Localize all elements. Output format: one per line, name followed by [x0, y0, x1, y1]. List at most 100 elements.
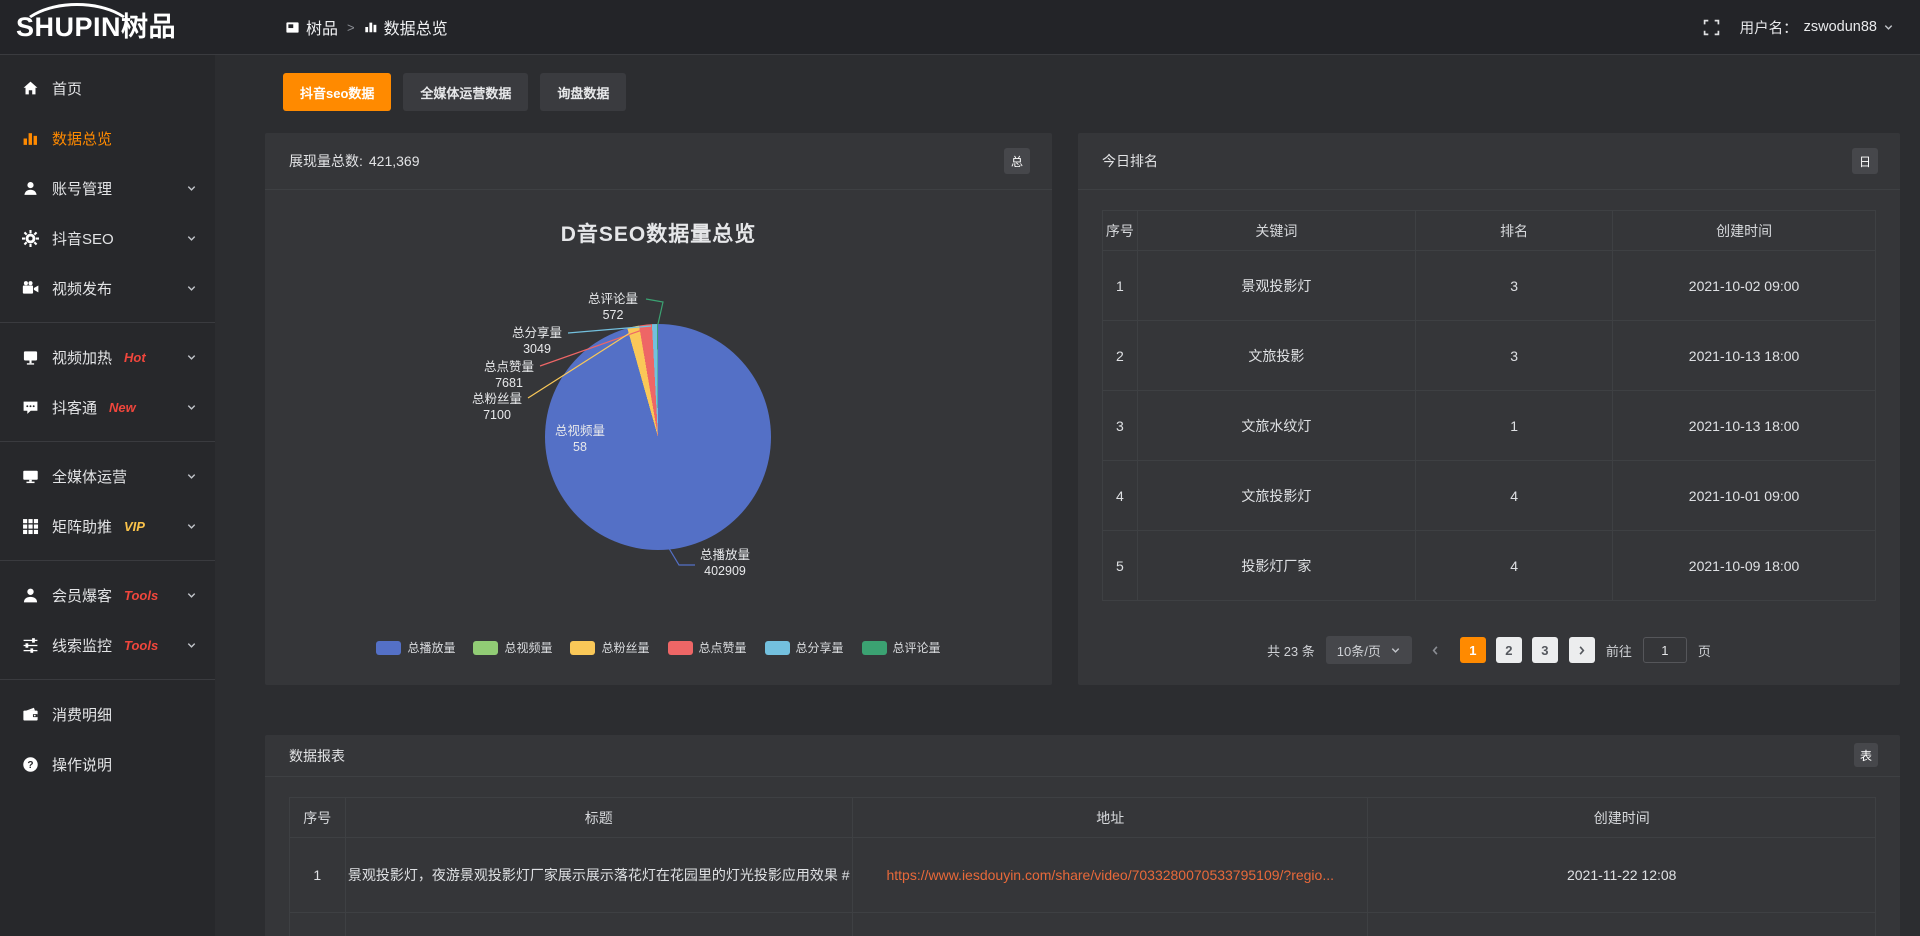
cell: 4	[1103, 461, 1138, 531]
sidebar-item-video-publish[interactable]: 视频发布	[0, 263, 215, 313]
legend-label: 总点赞量	[699, 639, 747, 656]
sidebar-item-consumption-details[interactable]: 消费明细	[0, 689, 215, 739]
chevron-down-icon	[186, 352, 197, 363]
column-header: 序号	[290, 798, 346, 838]
rank-header-row: 序号关键词排名创建时间	[1103, 211, 1876, 251]
page-size-select[interactable]: 10条/页	[1326, 636, 1412, 664]
legend-swatch	[862, 641, 887, 655]
video-link[interactable]: https://www.iesdouyin.com/share/video/70…	[853, 838, 1368, 913]
username: zswodun88	[1804, 19, 1877, 35]
sidebar-item-label: 数据总览	[52, 128, 112, 149]
cell: 3	[1416, 321, 1613, 391]
sidebar-item-omni-media-operation[interactable]: 全媒体运营	[0, 451, 215, 501]
page-size-value: 10条/页	[1337, 641, 1381, 660]
username-label: 用户名：	[1740, 17, 1798, 38]
chat-icon	[22, 399, 39, 416]
legend-swatch	[570, 641, 595, 655]
breadcrumb-root[interactable]: 树品	[285, 15, 338, 39]
goto-page-input[interactable]	[1643, 637, 1687, 663]
sidebar-item-label: 操作说明	[52, 754, 112, 775]
sidebar-item-operation-guide[interactable]: ?操作说明	[0, 739, 215, 789]
sidebar-item-account-management[interactable]: 账号管理	[0, 163, 215, 213]
rank-row: 2文旅投影32021-10-13 18:00	[1103, 321, 1876, 391]
rank-row: 3文旅水纹灯12021-10-13 18:00	[1103, 391, 1876, 461]
rank-panel: 今日排名 日 序号关键词排名创建时间1景观投影灯32021-10-02 09:0…	[1078, 133, 1900, 685]
sidebar-item-data-overview[interactable]: 数据总览	[0, 113, 215, 163]
breadcrumb-separator: >	[347, 20, 355, 35]
tab-omni-media-data[interactable]: 全媒体运营数据	[403, 73, 528, 111]
breadcrumb-root-label: 树品	[306, 15, 338, 39]
breadcrumb-current-label: 数据总览	[384, 15, 448, 39]
report-panel-header: 数据报表	[265, 735, 1900, 777]
tab-douyin-seo-data[interactable]: 抖音seo数据	[283, 73, 391, 111]
column-header: 序号	[1103, 211, 1138, 251]
chevron-down-icon	[186, 183, 197, 194]
chevron-down-icon	[186, 640, 197, 651]
sidebar-item-matrix-boost[interactable]: 矩阵助推VIP	[0, 501, 215, 551]
sidebar-item-label: 抖音SEO	[52, 228, 114, 249]
rank-panel-header: 今日排名	[1078, 133, 1900, 190]
sidebar-item-label: 账号管理	[52, 178, 112, 199]
sidebar-item-member-baoke[interactable]: 会员爆客Tools	[0, 570, 215, 620]
legend-item-total-videos[interactable]: 总视频量	[473, 639, 552, 656]
gear-icon	[22, 230, 39, 247]
legend-item-total-likes[interactable]: 总点赞量	[668, 639, 747, 656]
pie-label-total-plays: 总播放量402909	[700, 547, 750, 579]
legend-label: 总播放量	[407, 639, 455, 656]
cell: 2	[1103, 321, 1138, 391]
sidebar-item-badge: Hot	[124, 350, 146, 365]
page-button-3[interactable]: 3	[1532, 637, 1558, 663]
member-icon	[22, 587, 39, 604]
sidebar-item-label: 全媒体运营	[52, 466, 127, 487]
sidebar-item-douyin-seo[interactable]: 抖音SEO	[0, 213, 215, 263]
legend-label: 总视频量	[504, 639, 552, 656]
cell	[290, 913, 346, 936]
cell: 2021-10-02 09:00	[1613, 251, 1876, 321]
next-page-button[interactable]	[1569, 637, 1595, 663]
cell: 2021-10-01 09:00	[1613, 461, 1876, 531]
legend-item-total-fans[interactable]: 总粉丝量	[570, 639, 649, 656]
sidebar-item-label: 矩阵助推	[52, 516, 112, 537]
legend-swatch	[376, 641, 401, 655]
cell: 1	[1103, 251, 1138, 321]
page-button-2[interactable]: 2	[1496, 637, 1522, 663]
sidebar-item-video-heating[interactable]: 视频加热Hot	[0, 332, 215, 382]
page-button-1[interactable]: 1	[1460, 637, 1486, 663]
cell: 投影灯厂家	[1137, 531, 1415, 601]
report-corner-button[interactable]: 表	[1854, 743, 1878, 767]
rank-corner-button[interactable]: 日	[1852, 148, 1878, 174]
rank-row: 5投影灯厂家42021-10-09 18:00	[1103, 531, 1876, 601]
impressions-total-value: 421,369	[369, 153, 420, 169]
sidebar: 首页数据总览账号管理抖音SEO 视频发布视频加热Hot抖客通New 全媒体运营矩阵助…	[0, 55, 215, 936]
cell: 文旅投影灯	[1137, 461, 1415, 531]
prev-page-button[interactable]	[1423, 637, 1449, 663]
pagination-total: 共 23 条	[1267, 641, 1315, 660]
goto-suffix: 页	[1698, 641, 1711, 660]
sidebar-item-doukatong[interactable]: 抖客通New	[0, 382, 215, 432]
pie-label-total-comments: 总评论量572	[588, 291, 638, 323]
user-menu[interactable]: 用户名： zswodun88	[1740, 17, 1894, 38]
overview-corner-button[interactable]: 总	[1004, 148, 1030, 174]
overview-panel: 展现量总数: 421,369 总 D音SEO数据量总览 总评论量572总分享量3…	[265, 133, 1052, 685]
app-logo: SHUPIN树品	[0, 0, 215, 55]
monitor-icon	[22, 468, 39, 485]
column-header: 关键词	[1137, 211, 1415, 251]
cell	[853, 913, 1368, 936]
pie-label-total-likes: 总点赞量7681	[484, 359, 534, 391]
legend-item-total-plays[interactable]: 总播放量	[376, 639, 455, 656]
sidebar-divider	[0, 560, 215, 561]
cell: 2021-11-22 12:08	[1368, 838, 1876, 913]
tab-inquiry-data[interactable]: 询盘数据	[540, 73, 626, 111]
chevron-down-icon	[186, 471, 197, 482]
breadcrumb-current[interactable]: 数据总览	[364, 15, 448, 39]
bar-chart-icon	[364, 20, 378, 34]
sidebar-divider	[0, 679, 215, 680]
home-icon	[22, 80, 39, 97]
sidebar-item-home[interactable]: 首页	[0, 63, 215, 113]
sidebar-item-lead-monitoring[interactable]: 线索监控Tools	[0, 620, 215, 670]
legend-item-total-comments[interactable]: 总评论量	[862, 639, 941, 656]
legend-swatch	[668, 641, 693, 655]
fullscreen-icon[interactable]	[1703, 19, 1720, 36]
report-panel-title: 数据报表	[289, 746, 345, 766]
legend-item-total-shares[interactable]: 总分享量	[765, 639, 844, 656]
